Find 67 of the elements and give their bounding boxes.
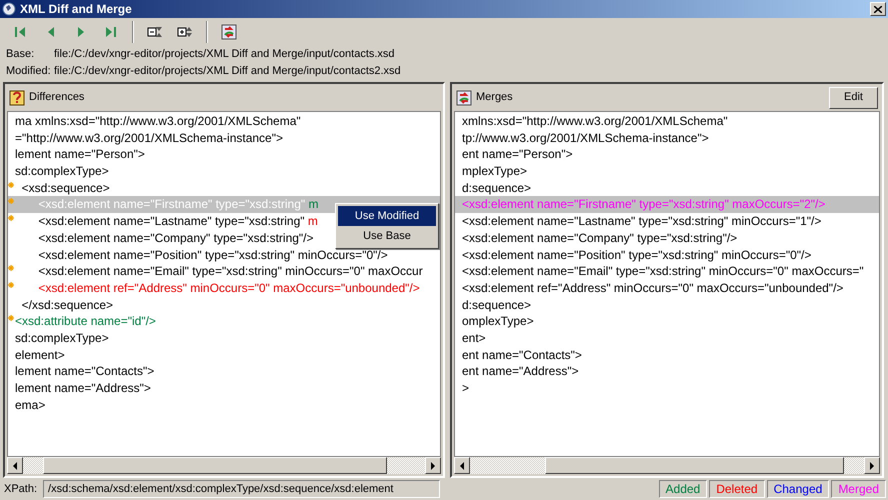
scroll-right-icon: [430, 462, 436, 470]
code-text: <xsd:element name="Email" type="xsd:string" minOccurs="0" maxOccurs=": [462, 263, 864, 280]
code-text: ent name="Address">: [462, 363, 579, 380]
code-text: element>: [15, 346, 65, 364]
code-text: sd:complexType>: [15, 163, 109, 180]
code-text: <xsd:sequence>: [20, 180, 110, 196]
merge-icon: [221, 24, 237, 40]
scroll-right-icon: [869, 462, 875, 470]
horizontal-scrollbar[interactable]: [7, 457, 441, 474]
code-text: <xsd:element name="Company" type="xsd:string"/>: [37, 230, 314, 247]
code-text: <xsd:element name="Firstname" type="xsd:string": [37, 196, 306, 214]
merge-icon: [456, 90, 472, 106]
scroll-left-icon: [459, 462, 465, 470]
code-text: m: [308, 196, 318, 214]
code-text: lement name="Address">: [15, 380, 151, 397]
code-text: ent>: [462, 330, 486, 347]
code-text: <xsd:element ref="Address" minOccurs="0" maxOccurs="unbounded"/>: [37, 280, 420, 297]
code-text: tp://www.w3.org/2001/XMLSchema-instance">: [462, 130, 709, 146]
menu-item[interactable]: Use Modified: [338, 206, 436, 226]
code-text: ent name="Person">: [462, 146, 573, 164]
xpath-label: XPath:: [4, 482, 38, 497]
legend-label: Merged: [831, 480, 886, 498]
code-text: <xsd:element ref="Address" minOccurs="0" maxOccurs="unbounded"/>: [462, 280, 844, 297]
legend-label: Changed: [766, 480, 830, 498]
code-text: <xsd:element name="Position" type="xsd:string" minOccurs="0"/>: [462, 246, 812, 264]
file-path: file:/C:/dev/xngr-editor/projects/XML Diff and Merge/input/contacts2.xsd: [54, 64, 401, 80]
last-icon: [103, 24, 119, 40]
edit-button[interactable]: Edit: [829, 86, 878, 108]
panel-title: Merges: [476, 90, 513, 106]
close-icon: [874, 6, 882, 12]
menu-item[interactable]: Use Base: [338, 226, 436, 246]
code-text: <xsd:element name="Firstname" type="xsd:string" maxOccurs="2"/>: [462, 196, 826, 214]
legend-label: Deleted: [709, 480, 765, 498]
close-button[interactable]: [870, 2, 886, 16]
globe-icon: [2, 2, 16, 16]
code-text: <xsd:element name="Company" type="xsd:string"/>: [462, 230, 738, 247]
code-text: ="http://www.w3.org/2001/XMLSchema-instance">: [15, 130, 283, 146]
legend-label: Added: [658, 480, 708, 498]
code-text: mplexType>: [462, 163, 528, 180]
code-text: xmlns:xsd="http://www.w3.org/2001/XMLSchema": [462, 113, 728, 130]
collapse-icon: [147, 24, 163, 40]
code-text: <xsd:element name="Email" type="xsd:string" minOccurs="0" maxOccur: [37, 263, 423, 280]
file-path: file:/C:/dev/xngr-editor/projects/XML Diff and Merge/input/contacts.xsd: [54, 47, 395, 62]
code-text: <xsd:element name="Lastname" type="xsd:string": [37, 213, 306, 230]
code-text: d:sequence>: [462, 296, 532, 314]
code-text: ent name="Contacts">: [462, 346, 582, 364]
file-label: Modified:: [6, 64, 52, 80]
code-text: m: [308, 213, 318, 230]
window-title: XML Diff and Merge: [20, 1, 132, 18]
help-icon: [9, 90, 25, 106]
code-text: omplexType>: [462, 313, 534, 330]
code-text: </xsd:sequence>: [20, 296, 114, 314]
code-text: lement name="Contacts">: [15, 363, 154, 380]
code-text: >: [462, 380, 470, 397]
code-text: ema>: [15, 396, 46, 414]
code-text: lement name="Person">: [15, 146, 145, 164]
xpath-field: /xsd:schema/xsd:element/xsd:complexType/xsd:sequence/xsd:element: [43, 480, 440, 498]
code-text: d:sequence>: [462, 180, 532, 196]
code-text: <xsd:element name="Position" type="xsd:string" minOccurs="0"/>: [37, 246, 388, 264]
code-text: <xsd:element name="Lastname" type="xsd:string" minOccurs="1"/>: [462, 213, 822, 230]
panel-title: Differences: [29, 90, 84, 106]
file-label: Base:: [6, 47, 36, 62]
code-text: <xsd:attribute name="id"/>: [15, 313, 156, 330]
scroll-left-icon: [12, 462, 18, 470]
code-text: sd:complexType>: [15, 330, 109, 347]
code-text: ma xmlns:xsd="http://www.w3.org/2001/XMLSchema": [15, 113, 301, 130]
horizontal-scrollbar[interactable]: [454, 457, 880, 474]
